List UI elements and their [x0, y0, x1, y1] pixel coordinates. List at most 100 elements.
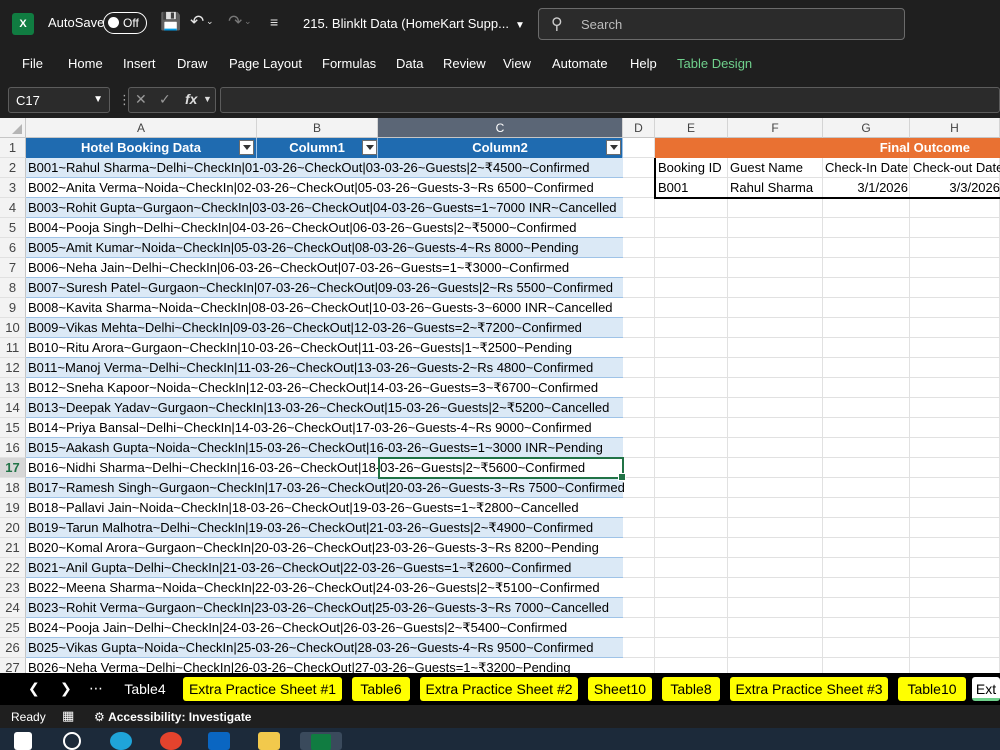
- tab-formulas[interactable]: Formulas: [322, 56, 376, 71]
- search-icon[interactable]: [63, 732, 81, 750]
- row-header[interactable]: 3: [0, 178, 26, 198]
- table-cell-booking[interactable]: B007~Suresh Patel~Gurgaon~CheckIn|07-03-…: [28, 278, 613, 298]
- row-header[interactable]: 18: [0, 478, 26, 498]
- accessibility-status[interactable]: ⚙ Accessibility: Investigate: [94, 710, 251, 724]
- name-box[interactable]: C17 ▼: [8, 87, 110, 113]
- table-header-column2[interactable]: Column2: [378, 138, 623, 158]
- table-cell-booking[interactable]: B004~Pooja Singh~Delhi~CheckIn|04-03-26~…: [28, 218, 577, 238]
- row-header[interactable]: 26: [0, 638, 26, 658]
- table-cell-booking[interactable]: B001~Rahul Sharma~Delhi~CheckIn|01-03-26…: [28, 158, 590, 178]
- table-cell-booking[interactable]: B023~Rohit Verma~Gurgaon~CheckIn|23-03-2…: [28, 598, 609, 618]
- undo-dropdown-icon[interactable]: ⌄: [206, 16, 214, 27]
- column-header-c[interactable]: C: [378, 118, 623, 138]
- row-header[interactable]: 9: [0, 298, 26, 318]
- column-header-a[interactable]: A: [26, 118, 257, 138]
- table-cell-booking[interactable]: B019~Tarun Malhotra~Delhi~CheckIn|19-03-…: [28, 518, 593, 538]
- redo-icon[interactable]: ↷: [228, 12, 242, 32]
- row-header[interactable]: 25: [0, 618, 26, 638]
- row-header[interactable]: 13: [0, 378, 26, 398]
- edge-icon[interactable]: [110, 732, 132, 750]
- row-header[interactable]: 1: [0, 138, 26, 158]
- column-header-g[interactable]: G: [823, 118, 910, 138]
- row-header[interactable]: 19: [0, 498, 26, 518]
- windows-start-icon[interactable]: [14, 732, 32, 750]
- sheet-tab[interactable]: Sheet10: [588, 677, 652, 701]
- final-outcome-header[interactable]: Final Outcome: [655, 138, 1000, 158]
- table-cell-booking[interactable]: B024~Pooja Jain~Delhi~CheckIn|24-03-26~C…: [28, 618, 567, 638]
- cancel-icon[interactable]: ✕: [135, 91, 147, 108]
- tab-help[interactable]: Help: [630, 56, 657, 71]
- column-header-e[interactable]: E: [655, 118, 728, 138]
- table-cell-booking[interactable]: B025~Vikas Gupta~Noida~CheckIn|25-03-26~…: [28, 638, 594, 658]
- formula-input[interactable]: [220, 87, 1000, 113]
- autosave-toggle[interactable]: Off: [103, 12, 147, 34]
- scroll-tabs-left-icon[interactable]: ❮: [28, 680, 40, 697]
- row-header[interactable]: 12: [0, 358, 26, 378]
- row-header[interactable]: 4: [0, 198, 26, 218]
- table-cell-booking[interactable]: B006~Neha Jain~Delhi~CheckIn|06-03-26~Ch…: [28, 258, 569, 278]
- row-header[interactable]: 14: [0, 398, 26, 418]
- macro-icon[interactable]: ▦: [62, 708, 74, 724]
- table-cell-booking[interactable]: B015~Aakash Gupta~Noida~CheckIn|15-03-26…: [28, 438, 603, 458]
- tab-data[interactable]: Data: [396, 56, 423, 71]
- file-name[interactable]: 215. Blinklt Data (HomeKart Supp... ▼: [303, 16, 525, 31]
- row-header[interactable]: 2: [0, 158, 26, 178]
- row-header[interactable]: 7: [0, 258, 26, 278]
- row-header[interactable]: 10: [0, 318, 26, 338]
- row-header[interactable]: 11: [0, 338, 26, 358]
- row-header[interactable]: 22: [0, 558, 26, 578]
- customize-toolbar-icon[interactable]: ≡: [270, 14, 278, 30]
- table-cell-booking[interactable]: B010~Ritu Arora~Gurgaon~CheckIn|10-03-26…: [28, 338, 572, 358]
- enter-icon[interactable]: ✓: [159, 91, 171, 108]
- table-cell-booking[interactable]: B020~Komal Arora~Gurgaon~CheckIn|20-03-2…: [28, 538, 599, 558]
- table-cell-booking[interactable]: B008~Kavita Sharma~Noida~CheckIn|08-03-2…: [28, 298, 613, 318]
- row-header[interactable]: 21: [0, 538, 26, 558]
- row-header[interactable]: 5: [0, 218, 26, 238]
- row-header[interactable]: 8: [0, 278, 26, 298]
- sheet-tab[interactable]: Table10: [898, 677, 966, 701]
- tab-table-design[interactable]: Table Design: [677, 56, 752, 71]
- more-sheets-icon[interactable]: ⋯: [89, 680, 103, 697]
- row-header[interactable]: 20: [0, 518, 26, 538]
- tab-draw[interactable]: Draw: [177, 56, 207, 71]
- filter-dropdown-icon[interactable]: [239, 140, 254, 155]
- table-cell-booking[interactable]: B021~Anil Gupta~Delhi~CheckIn|21-03-26~C…: [28, 558, 571, 578]
- table-cell-booking[interactable]: B011~Manoj Verma~Delhi~CheckIn|11-03-26~…: [28, 358, 593, 378]
- linkedin-icon[interactable]: [208, 732, 230, 750]
- table-cell-booking[interactable]: B005~Amit Kumar~Noida~CheckIn|05-03-26~C…: [28, 238, 579, 258]
- table-header-hotel-booking-data[interactable]: Hotel Booking Data: [26, 138, 257, 158]
- select-all-corner[interactable]: [0, 118, 26, 138]
- column-header-h[interactable]: H: [910, 118, 1000, 138]
- column-header-f[interactable]: F: [728, 118, 823, 138]
- file-explorer-icon[interactable]: [258, 732, 280, 750]
- row-header[interactable]: 15: [0, 418, 26, 438]
- scroll-tabs-right-icon[interactable]: ❯: [60, 680, 72, 697]
- column-header-d[interactable]: D: [623, 118, 655, 138]
- search-box[interactable]: ⚲ Search: [538, 8, 905, 40]
- table-cell-booking[interactable]: B017~Ramesh Singh~Gurgaon~CheckIn|17-03-…: [28, 478, 625, 498]
- sheet-tab[interactable]: Ext: [972, 677, 1000, 701]
- tab-file[interactable]: File: [22, 56, 43, 71]
- undo-icon[interactable]: ↶: [190, 12, 204, 32]
- table-cell-booking[interactable]: B009~Vikas Mehta~Delhi~CheckIn|09-03-26~…: [28, 318, 582, 338]
- row-header[interactable]: 6: [0, 238, 26, 258]
- tab-insert[interactable]: Insert: [123, 56, 156, 71]
- tab-review[interactable]: Review: [443, 56, 486, 71]
- chrome-icon[interactable]: [160, 732, 182, 750]
- row-header[interactable]: 16: [0, 438, 26, 458]
- save-icon[interactable]: 💾: [160, 12, 181, 32]
- table-header-column1[interactable]: Column1: [257, 138, 378, 158]
- tab-view[interactable]: View: [503, 56, 531, 71]
- table-cell-booking[interactable]: B013~Deepak Yadav~Gurgaon~CheckIn|13-03-…: [28, 398, 609, 418]
- filter-dropdown-icon[interactable]: [362, 140, 377, 155]
- row-header[interactable]: 17: [0, 458, 26, 478]
- table-cell-booking[interactable]: B012~Sneha Kapoor~Noida~CheckIn|12-03-26…: [28, 378, 598, 398]
- tab-page-layout[interactable]: Page Layout: [229, 56, 302, 71]
- sheet-tab[interactable]: Extra Practice Sheet #3: [730, 677, 888, 701]
- excel-taskbar-icon[interactable]: [300, 732, 342, 750]
- redo-dropdown-icon[interactable]: ⌄: [244, 16, 252, 27]
- sheet-tab[interactable]: Table4: [113, 677, 177, 701]
- table-cell-booking[interactable]: B002~Anita Verma~Noida~CheckIn|02-03-26~…: [28, 178, 594, 198]
- insert-function-icon[interactable]: fx: [185, 91, 197, 107]
- sheet-tab[interactable]: Extra Practice Sheet #1: [183, 677, 342, 701]
